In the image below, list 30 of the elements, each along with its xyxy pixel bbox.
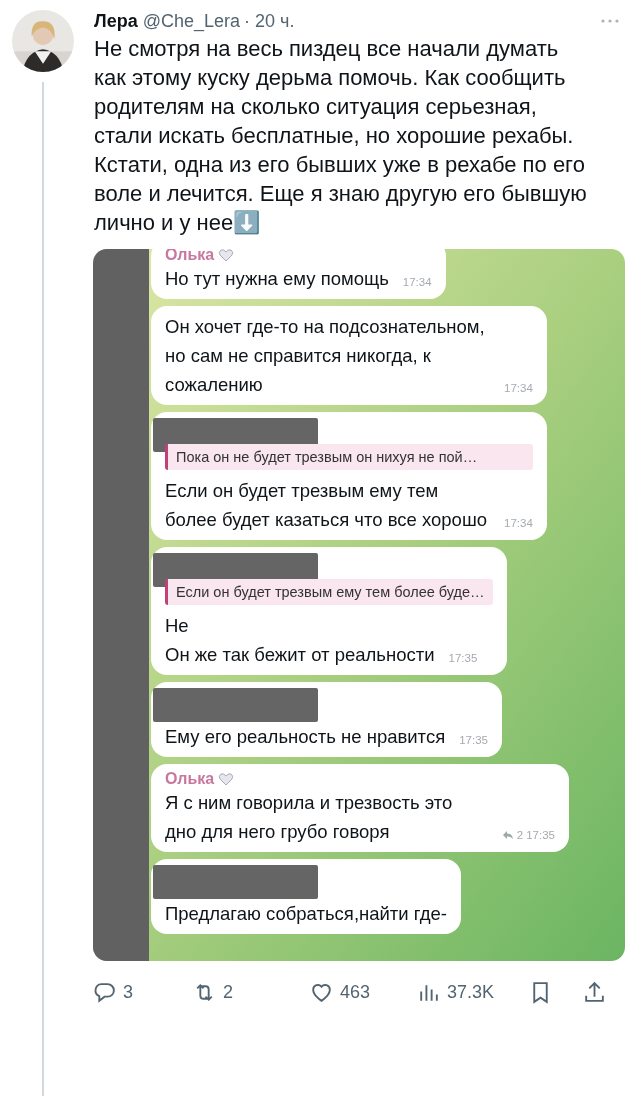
message-text: Я с ним говорила и трезвость это дно для него грубо говоря bbox=[165, 791, 454, 844]
action-count: 463 bbox=[340, 981, 371, 1003]
action-count: 3 bbox=[123, 981, 133, 1003]
quoted-message: Если он будет трезвым ему тем более буде… bbox=[165, 579, 493, 605]
sender-name: Олька bbox=[165, 249, 215, 264]
reply-count: 2 bbox=[516, 828, 524, 842]
heart-icon bbox=[218, 249, 235, 262]
message-text: Не Он же так бежит от реальности bbox=[165, 614, 435, 667]
message-text: Если он будет трезвым ему тем более будет казаться что все хорошо bbox=[165, 479, 489, 532]
tweet-text: Не смотря на весь пиздец все начали думать как этому куску дерьма помочь. Как сообщить родителям на сколько ситуация серьезная, стали искать бесплатные, но хорошие рехабы. Кстати, одна из его бывших уже в рехабе по его воле и лечится. Еще я знаю другую его бывшую лично и у нее⬇ bbox=[94, 35, 588, 237]
message-time: 17:35 bbox=[526, 828, 555, 842]
message-text: Предлагаю собраться,найти где- bbox=[165, 902, 447, 926]
author-handle[interactable]: @Che_Lera bbox=[142, 10, 240, 32]
message-time: 17:35 bbox=[448, 651, 478, 665]
quoted-message: Пока он не будет трезвым он нихуя не пой… bbox=[165, 444, 533, 470]
action-count: 37.3K bbox=[447, 981, 495, 1003]
message-time: 17:34 bbox=[504, 381, 533, 395]
message-text: Ему его реальность не нравится bbox=[165, 725, 446, 749]
share-icon[interactable] bbox=[582, 979, 607, 1005]
action-count: 2 bbox=[223, 981, 233, 1003]
author-name[interactable]: Лера bbox=[94, 10, 138, 32]
message-text: Но тут нужна ему помощь bbox=[165, 267, 389, 291]
heart-icon bbox=[218, 772, 235, 786]
message-text: Он хочет где-то на подсознательном, но сам не справится никогда, к сожалению bbox=[165, 315, 486, 397]
message-time: 17:34 bbox=[504, 516, 533, 530]
post-time: · 20 ч. bbox=[244, 10, 295, 32]
message-time: 17:35 bbox=[459, 733, 488, 747]
sender-name: Олька bbox=[165, 770, 215, 788]
message-time: 17:34 bbox=[402, 275, 432, 289]
reply-arrow-icon bbox=[501, 830, 514, 840]
